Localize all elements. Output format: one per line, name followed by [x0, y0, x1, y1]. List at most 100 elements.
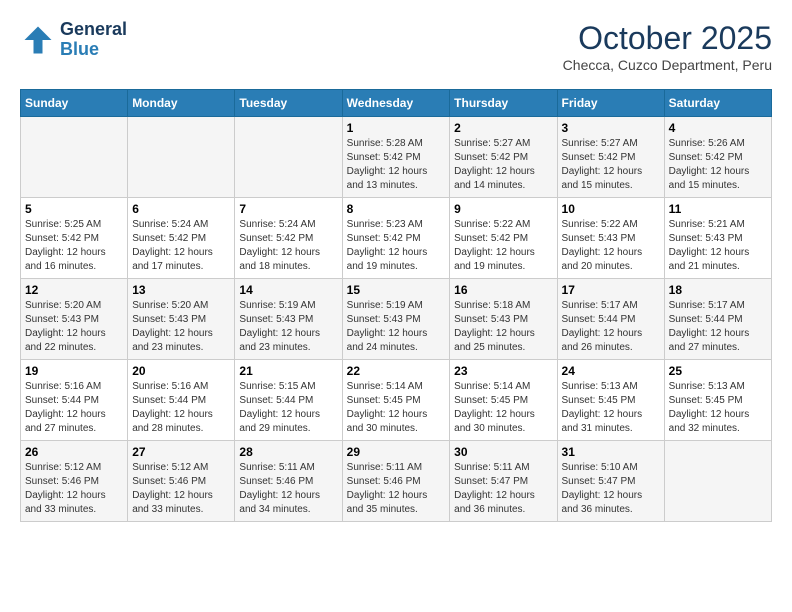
- day-number: 19: [25, 364, 123, 378]
- header-row: SundayMondayTuesdayWednesdayThursdayFrid…: [21, 90, 772, 117]
- calendar-cell: 3 Sunrise: 5:27 AM Sunset: 5:42 PM Daylig…: [557, 117, 664, 198]
- day-info: Sunrise: 5:24 AM Sunset: 5:42 PM Dayligh…: [132, 218, 230, 274]
- day-info: Sunrise: 5:18 AM Sunset: 5:43 PM Dayligh…: [454, 299, 552, 355]
- calendar-week-row: 26 Sunrise: 5:12 AM Sunset: 5:46 PM Dayli…: [21, 441, 772, 522]
- calendar-cell: 16Sunrise: 5:18 AM Sunset: 5:43 PM Dayli…: [450, 279, 557, 360]
- day-number: 22: [347, 364, 446, 378]
- calendar-cell: 24Sunrise: 5:13 AM Sunset: 5:45 PM Dayli…: [557, 360, 664, 441]
- day-number: 10: [562, 202, 660, 216]
- calendar-week-row: 19 Sunrise: 5:16 AM Sunset: 5:44 PM Dayli…: [21, 360, 772, 441]
- day-number: 4: [669, 121, 767, 135]
- calendar-cell: 19 Sunrise: 5:16 AM Sunset: 5:44 PM Dayli…: [21, 360, 128, 441]
- weekday-header: Thursday: [450, 90, 557, 117]
- day-number: 26: [25, 445, 123, 459]
- calendar-cell: 12 Sunrise: 5:20 AM Sunset: 5:43 PM Dayli…: [21, 279, 128, 360]
- weekday-header: Friday: [557, 90, 664, 117]
- day-info: Sunrise: 5:14 AM Sunset: 5:45 PM Dayligh…: [347, 380, 446, 436]
- logo-icon: [20, 22, 56, 58]
- logo-text: General Blue: [60, 20, 127, 60]
- day-info: Sunrise: 5:22 AM Sunset: 5:43 PM Dayligh…: [562, 218, 660, 274]
- calendar-cell: 20Sunrise: 5:16 AM Sunset: 5:44 PM Dayli…: [128, 360, 235, 441]
- calendar-cell: [21, 117, 128, 198]
- calendar-cell: 13Sunrise: 5:20 AM Sunset: 5:43 PM Dayli…: [128, 279, 235, 360]
- calendar-cell: 31 Sunrise: 5:10 AM Sunset: 5:47 PM Dayli…: [557, 441, 664, 522]
- day-number: 18: [669, 283, 767, 297]
- day-info: Sunrise: 5:27 AM Sunset: 5:42 PM Dayligh…: [562, 137, 660, 193]
- day-info: Sunrise: 5:12 AM Sunset: 5:46 PM Dayligh…: [25, 461, 123, 517]
- day-info: Sunrise: 5:16 AM Sunset: 5:44 PM Dayligh…: [25, 380, 123, 436]
- day-number: 17: [562, 283, 660, 297]
- day-number: 15: [347, 283, 446, 297]
- calendar-cell: 29Sunrise: 5:11 AM Sunset: 5:46 PM Dayli…: [342, 441, 450, 522]
- day-number: 2: [454, 121, 552, 135]
- day-number: 12: [25, 283, 123, 297]
- location-subtitle: Checca, Cuzco Department, Peru: [563, 57, 772, 73]
- calendar-cell: 23Sunrise: 5:14 AM Sunset: 5:45 PM Dayli…: [450, 360, 557, 441]
- day-info: Sunrise: 5:27 AM Sunset: 5:42 PM Dayligh…: [454, 137, 552, 193]
- weekday-header: Wednesday: [342, 90, 450, 117]
- calendar-table: SundayMondayTuesdayWednesdayThursdayFrid…: [20, 89, 772, 522]
- logo-line1: General: [60, 20, 127, 40]
- day-number: 27: [132, 445, 230, 459]
- calendar-cell: 10 Sunrise: 5:22 AM Sunset: 5:43 PM Dayli…: [557, 198, 664, 279]
- day-number: 20: [132, 364, 230, 378]
- calendar-cell: 4 Sunrise: 5:26 AM Sunset: 5:42 PM Daylig…: [664, 117, 771, 198]
- calendar-cell: 1Sunrise: 5:28 AM Sunset: 5:42 PM Daylig…: [342, 117, 450, 198]
- logo-line2: Blue: [60, 40, 127, 60]
- calendar-cell: [235, 117, 342, 198]
- day-info: Sunrise: 5:13 AM Sunset: 5:45 PM Dayligh…: [669, 380, 767, 436]
- calendar-cell: 11Sunrise: 5:21 AM Sunset: 5:43 PM Dayli…: [664, 198, 771, 279]
- day-number: 1: [347, 121, 446, 135]
- calendar-cell: 14 Sunrise: 5:19 AM Sunset: 5:43 PM Dayli…: [235, 279, 342, 360]
- day-info: Sunrise: 5:25 AM Sunset: 5:42 PM Dayligh…: [25, 218, 123, 274]
- calendar-cell: 2 Sunrise: 5:27 AM Sunset: 5:42 PM Daylig…: [450, 117, 557, 198]
- calendar-week-row: 5 Sunrise: 5:25 AM Sunset: 5:42 PM Daylig…: [21, 198, 772, 279]
- day-info: Sunrise: 5:17 AM Sunset: 5:44 PM Dayligh…: [669, 299, 767, 355]
- day-info: Sunrise: 5:11 AM Sunset: 5:47 PM Dayligh…: [454, 461, 552, 517]
- calendar-cell: 27 Sunrise: 5:12 AM Sunset: 5:46 PM Dayli…: [128, 441, 235, 522]
- day-info: Sunrise: 5:19 AM Sunset: 5:43 PM Dayligh…: [239, 299, 337, 355]
- calendar-cell: 8Sunrise: 5:23 AM Sunset: 5:42 PM Daylig…: [342, 198, 450, 279]
- day-info: Sunrise: 5:10 AM Sunset: 5:47 PM Dayligh…: [562, 461, 660, 517]
- calendar-cell: 30 Sunrise: 5:11 AM Sunset: 5:47 PM Dayli…: [450, 441, 557, 522]
- calendar-body: 1Sunrise: 5:28 AM Sunset: 5:42 PM Daylig…: [21, 117, 772, 522]
- day-number: 29: [347, 445, 446, 459]
- calendar-cell: 28 Sunrise: 5:11 AM Sunset: 5:46 PM Dayli…: [235, 441, 342, 522]
- day-info: Sunrise: 5:11 AM Sunset: 5:46 PM Dayligh…: [239, 461, 337, 517]
- day-info: Sunrise: 5:15 AM Sunset: 5:44 PM Dayligh…: [239, 380, 337, 436]
- day-info: Sunrise: 5:26 AM Sunset: 5:42 PM Dayligh…: [669, 137, 767, 193]
- calendar-cell: 6Sunrise: 5:24 AM Sunset: 5:42 PM Daylig…: [128, 198, 235, 279]
- calendar-cell: 7 Sunrise: 5:24 AM Sunset: 5:42 PM Daylig…: [235, 198, 342, 279]
- page-header: General Blue October 2025 Checca, Cuzco …: [20, 20, 772, 73]
- calendar-cell: [664, 441, 771, 522]
- day-info: Sunrise: 5:22 AM Sunset: 5:42 PM Dayligh…: [454, 218, 552, 274]
- calendar-week-row: 1Sunrise: 5:28 AM Sunset: 5:42 PM Daylig…: [21, 117, 772, 198]
- day-info: Sunrise: 5:13 AM Sunset: 5:45 PM Dayligh…: [562, 380, 660, 436]
- day-info: Sunrise: 5:20 AM Sunset: 5:43 PM Dayligh…: [25, 299, 123, 355]
- day-number: 7: [239, 202, 337, 216]
- day-number: 30: [454, 445, 552, 459]
- title-area: October 2025 Checca, Cuzco Department, P…: [563, 20, 772, 73]
- day-number: 11: [669, 202, 767, 216]
- day-number: 31: [562, 445, 660, 459]
- day-number: 9: [454, 202, 552, 216]
- day-info: Sunrise: 5:17 AM Sunset: 5:44 PM Dayligh…: [562, 299, 660, 355]
- day-info: Sunrise: 5:24 AM Sunset: 5:42 PM Dayligh…: [239, 218, 337, 274]
- logo: General Blue: [20, 20, 127, 60]
- weekday-header: Sunday: [21, 90, 128, 117]
- calendar-cell: 5 Sunrise: 5:25 AM Sunset: 5:42 PM Daylig…: [21, 198, 128, 279]
- day-number: 8: [347, 202, 446, 216]
- month-title: October 2025: [563, 20, 772, 57]
- weekday-header: Monday: [128, 90, 235, 117]
- day-number: 21: [239, 364, 337, 378]
- day-number: 3: [562, 121, 660, 135]
- calendar-cell: 25Sunrise: 5:13 AM Sunset: 5:45 PM Dayli…: [664, 360, 771, 441]
- day-number: 5: [25, 202, 123, 216]
- day-number: 14: [239, 283, 337, 297]
- day-number: 28: [239, 445, 337, 459]
- calendar-cell: 26 Sunrise: 5:12 AM Sunset: 5:46 PM Dayli…: [21, 441, 128, 522]
- day-info: Sunrise: 5:12 AM Sunset: 5:46 PM Dayligh…: [132, 461, 230, 517]
- day-info: Sunrise: 5:19 AM Sunset: 5:43 PM Dayligh…: [347, 299, 446, 355]
- calendar-cell: 15 Sunrise: 5:19 AM Sunset: 5:43 PM Dayli…: [342, 279, 450, 360]
- calendar-cell: 21 Sunrise: 5:15 AM Sunset: 5:44 PM Dayli…: [235, 360, 342, 441]
